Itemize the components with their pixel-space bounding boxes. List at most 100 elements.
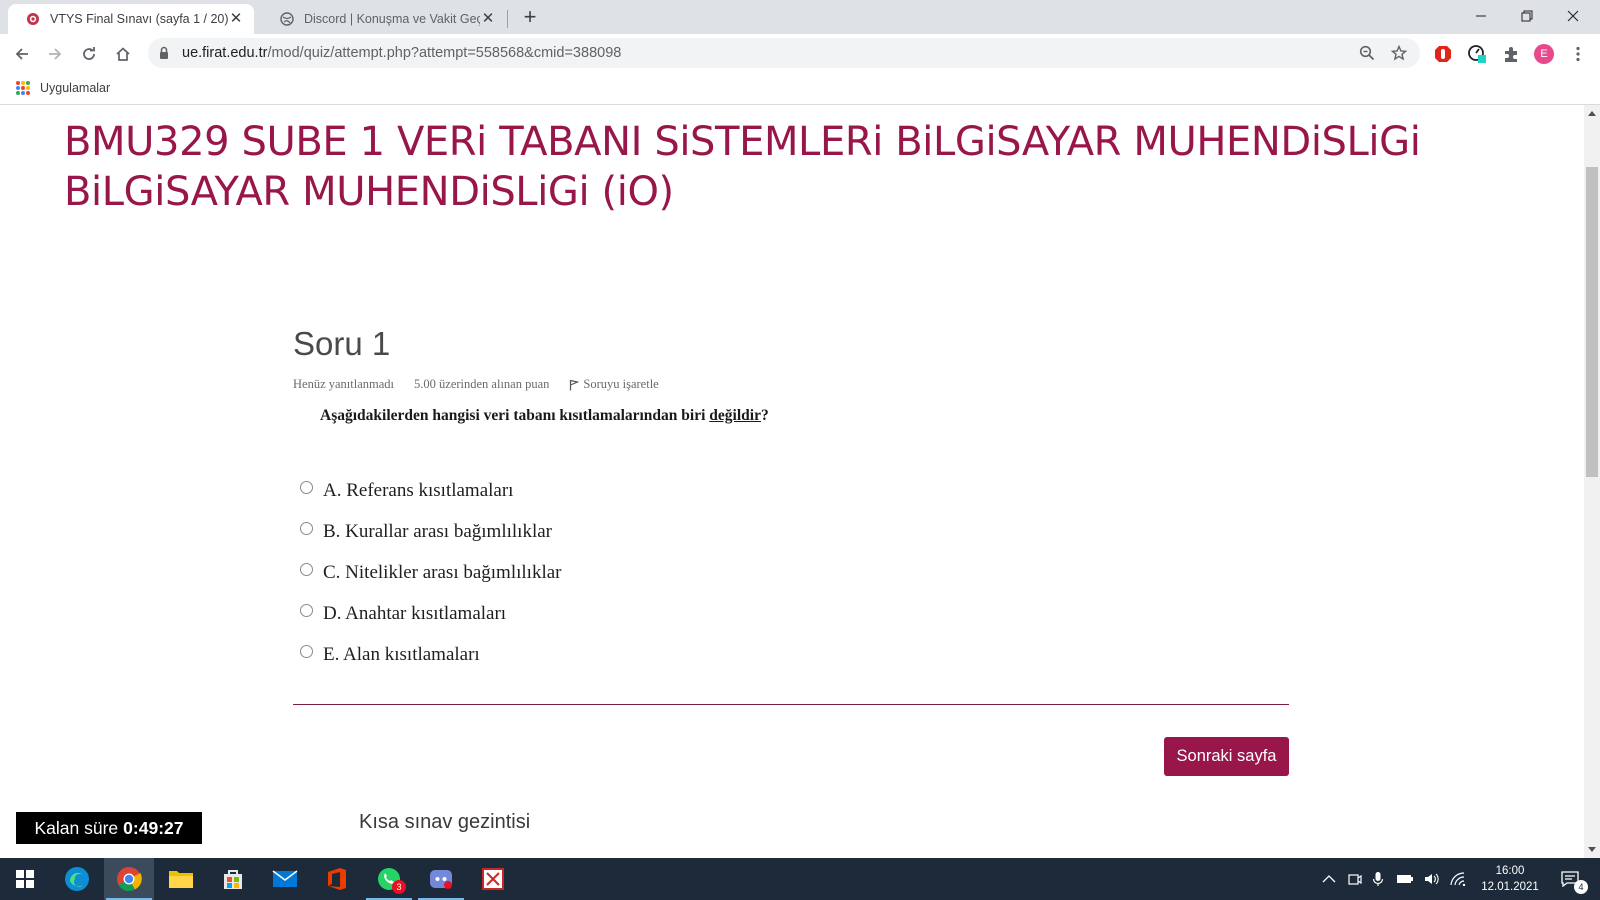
taskbar-store[interactable] [208,858,258,900]
vertical-dots-icon [1576,46,1580,62]
reload-icon [83,47,95,60]
answer-options: A. Referans kısıtlamaları B. Kurallar ar… [300,470,562,675]
extension-timer-button[interactable] [1466,43,1488,65]
radio-button[interactable] [300,563,313,576]
question-state: Henüz yanıtlanmadı [293,377,395,391]
action-center-button[interactable]: 4 [1550,858,1590,900]
question-heading: Soru 1 [293,325,391,362]
taskbar-file-explorer[interactable] [156,858,206,900]
question-divider [293,704,1289,705]
mail-envelope-icon [272,870,298,887]
taskbar-snipping-tool[interactable] [468,858,518,900]
minimize-button[interactable] [1458,0,1504,32]
opera-extension-button[interactable] [1432,43,1454,65]
extensions-button[interactable] [1500,43,1522,65]
timer-value: 0:49:27 [123,817,184,838]
tab-separator [507,10,508,28]
quiz-timer: Kalan süre 0:49:27 [16,812,202,844]
lock-icon[interactable] [158,46,170,60]
start-button[interactable] [0,858,50,900]
option-label[interactable]: D. Anahtar kısıtlamaları [323,603,506,625]
apps-shortcut[interactable]: Uygulamalar [16,81,110,95]
taskbar-edge[interactable] [52,858,102,900]
taskbar-chrome[interactable] [104,858,154,900]
taskbar-office[interactable] [312,858,362,900]
arrow-left-icon [15,48,28,60]
zoom-magnifier-icon [1359,45,1375,61]
reload-button[interactable] [77,42,101,66]
option-label[interactable]: E. Alan kısıtlamaları [323,644,480,666]
browser-tab-strip: VTYS Final Sınavı (sayfa 1 / 20) ✕ Disco… [0,0,1600,34]
zoom-button[interactable] [1358,44,1376,62]
clock-date: 12.01.2021 [1481,881,1539,893]
tab-title: Discord | Konuşma ve Vakit Geçir [304,12,480,26]
url-text[interactable]: ue.firat.edu.tr/mod/quiz/attempt.php?att… [182,45,621,61]
puzzle-piece-icon [1505,47,1517,62]
arrow-right-icon [49,48,62,60]
browser-menu-button[interactable] [1567,43,1589,65]
question-info: Henüz yanıtlanmadı 5.00 üzerinden alınan… [293,377,699,392]
scissors-icon [482,868,504,890]
close-tab-icon[interactable]: ✕ [228,11,244,27]
microphone-icon[interactable] [1372,871,1384,887]
new-tab-button[interactable]: + [520,6,540,28]
globe-icon [280,12,294,26]
radio-button[interactable] [300,604,313,617]
folder-icon [169,871,193,888]
battery-icon[interactable] [1396,873,1414,885]
notification-count-badge: 4 [1574,880,1588,894]
answer-option-d[interactable]: D. Anahtar kısıtlamaları [300,593,562,634]
close-window-button[interactable] [1550,0,1596,32]
forward-button[interactable] [43,42,67,66]
next-page-button[interactable]: Sonraki sayfa [1164,737,1289,776]
tab-discord[interactable]: Discord | Konuşma ve Vakit Geçir ✕ [262,4,506,34]
answer-option-e[interactable]: E. Alan kısıtlamaları [300,634,562,675]
home-icon [116,47,130,61]
back-button[interactable] [10,42,34,66]
restore-icon [1521,10,1533,22]
option-label[interactable]: C. Nitelikler arası bağımlılıklar [323,562,562,584]
taskbar-whatsapp[interactable]: 3 [364,858,414,900]
home-button[interactable] [111,42,135,66]
store-bag-icon [224,870,242,889]
radio-button[interactable] [300,645,313,658]
meet-now-icon[interactable] [1348,872,1362,886]
taskbar-discord[interactable] [416,858,466,900]
chevron-up-icon[interactable] [1322,874,1336,884]
tab-vtys-final[interactable]: VTYS Final Sınavı (sayfa 1 / 20) ✕ [8,4,254,34]
radio-button[interactable] [300,481,313,494]
close-icon [1567,10,1579,22]
volume-icon[interactable] [1424,872,1440,886]
page-viewport: BMU329 SUBE 1 VERi TABANI SiSTEMLERi BiL… [0,105,1584,858]
windows-logo-icon [16,870,34,888]
question-text-emphasis: değildir [709,407,761,424]
apps-grid-icon [16,81,30,95]
flag-label: Soruyu işaretle [583,377,659,391]
scrollbar-thumb[interactable] [1586,167,1598,477]
answer-option-b[interactable]: B. Kurallar arası bağımlılıklar [300,511,562,552]
close-tab-icon[interactable]: ✕ [480,11,496,27]
question-text-end: ? [760,407,769,424]
profile-button[interactable]: E [1533,43,1555,65]
flag-question-button[interactable]: Soruyu işaretle [569,377,678,392]
flag-icon [570,379,580,390]
taskbar-clock[interactable]: 16:00 12.01.2021 [1480,863,1540,895]
radio-button[interactable] [300,522,313,535]
tab-title: VTYS Final Sınavı (sayfa 1 / 20) [50,12,228,26]
option-label[interactable]: A. Referans kısıtlamaları [323,480,513,502]
quiz-navigation-title: Kısa sınav gezintisi [359,811,531,833]
course-title[interactable]: BMU329 SUBE 1 VERi TABANI SiSTEMLERi BiL… [64,117,1484,217]
page-scrollbar[interactable] [1584,105,1600,858]
answer-option-a[interactable]: A. Referans kısıtlamaları [300,470,562,511]
gauge-icon [1468,45,1486,63]
wifi-icon[interactable] [1450,872,1468,886]
scroll-up-arrow-icon[interactable] [1588,111,1596,116]
option-label[interactable]: B. Kurallar arası bağımlılıklar [323,521,552,543]
answer-option-c[interactable]: C. Nitelikler arası bağımlılıklar [300,552,562,593]
discord-icon [430,870,452,889]
scroll-down-arrow-icon[interactable] [1588,847,1596,852]
restore-button[interactable] [1504,0,1550,32]
address-bar[interactable]: ue.firat.edu.tr/mod/quiz/attempt.php?att… [148,38,1420,68]
bookmark-star-button[interactable] [1390,44,1408,62]
taskbar-mail[interactable] [260,858,310,900]
